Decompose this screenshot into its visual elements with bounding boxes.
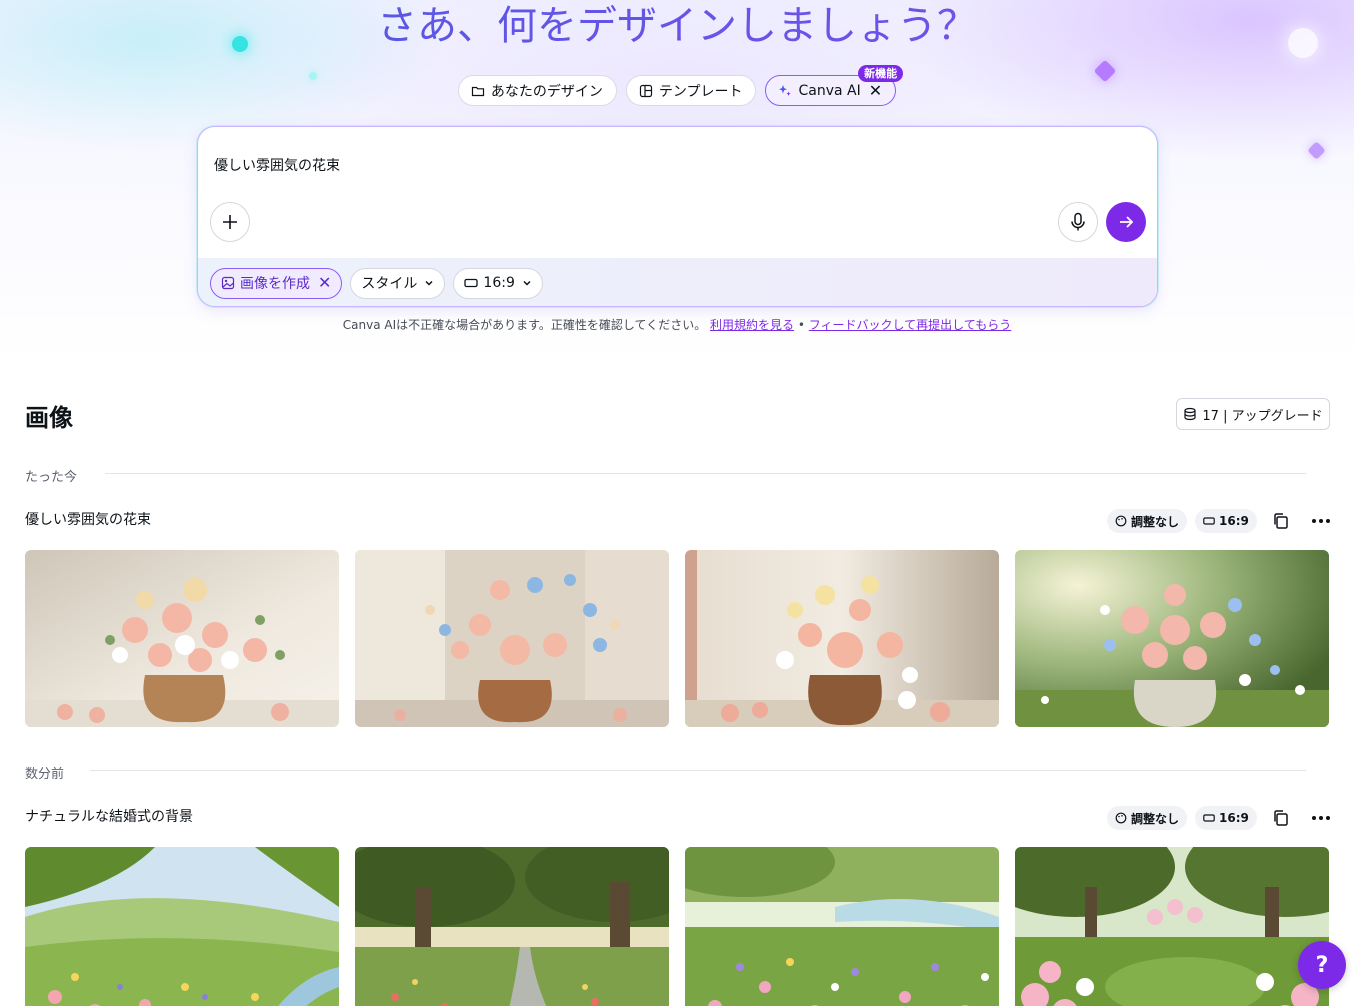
tab-label: Canva AI bbox=[798, 82, 861, 99]
send-button[interactable] bbox=[1106, 202, 1146, 242]
aspect-ratio-icon bbox=[464, 276, 479, 290]
create-image-chip[interactable]: 画像を作成 ✕ bbox=[210, 267, 343, 299]
help-button[interactable]: ? bbox=[1298, 941, 1346, 989]
separator: • bbox=[797, 318, 805, 332]
close-icon[interactable]: ✕ bbox=[869, 82, 882, 98]
generated-image[interactable] bbox=[1015, 847, 1329, 1006]
chevron-down-icon bbox=[424, 278, 434, 288]
image-grid bbox=[25, 550, 1329, 727]
arrow-right-icon bbox=[1120, 216, 1134, 228]
chevron-down-icon bbox=[522, 278, 532, 288]
template-icon bbox=[639, 84, 653, 98]
palette-icon bbox=[1115, 515, 1127, 527]
generated-image[interactable] bbox=[25, 847, 339, 1006]
credits-label: 17 | アップグレード bbox=[1202, 408, 1323, 424]
more-options-button[interactable] bbox=[1305, 802, 1337, 834]
ratio-chip: 16:9 bbox=[1195, 806, 1257, 830]
group-title: 優しい雰囲気の花束 bbox=[25, 512, 151, 528]
prompt-box: 優しい雰囲気の花束 画像を作成 ✕ スタイル 16:9 bbox=[197, 126, 1158, 307]
prompt-options: 画像を作成 ✕ スタイル 16:9 bbox=[198, 258, 1157, 306]
sparkle-icon bbox=[778, 84, 792, 98]
group-actions: 調整なし 16:9 bbox=[1107, 802, 1337, 834]
copy-button[interactable] bbox=[1265, 802, 1297, 834]
time-label: 数分前 bbox=[25, 767, 65, 782]
microphone-icon bbox=[1071, 212, 1085, 231]
generated-image[interactable] bbox=[685, 550, 999, 727]
time-label: たった今 bbox=[25, 470, 78, 485]
image-icon bbox=[221, 276, 235, 290]
style-dropdown[interactable]: スタイル bbox=[350, 267, 446, 299]
tab-label: テンプレート bbox=[658, 83, 743, 100]
disclaimer-text: Canva AIは不正確な場合があります。正確性を確認してください。 bbox=[342, 318, 707, 332]
ratio-chip: 16:9 bbox=[1195, 509, 1257, 533]
new-feature-badge: 新機能 bbox=[858, 65, 904, 82]
more-icon bbox=[1311, 519, 1330, 523]
palette-icon bbox=[1115, 812, 1127, 824]
generated-image[interactable] bbox=[685, 847, 999, 1006]
image-grid bbox=[25, 847, 1329, 1006]
section-title: 画像 bbox=[25, 404, 73, 432]
folder-icon bbox=[471, 84, 485, 98]
hero-title: さあ、何をデザインしましょう？ bbox=[0, 0, 1354, 52]
microphone-button[interactable] bbox=[1058, 202, 1098, 242]
database-icon bbox=[1184, 407, 1197, 421]
generated-image[interactable] bbox=[355, 550, 669, 727]
credits-upgrade-button[interactable]: 17 | アップグレード bbox=[1176, 398, 1330, 430]
divider bbox=[90, 770, 1306, 771]
aspect-ratio-icon bbox=[1203, 517, 1215, 525]
terms-link[interactable]: 利用規約を見る bbox=[710, 318, 794, 332]
add-button[interactable] bbox=[210, 202, 250, 242]
mode-tabs: あなたのデザイン テンプレート Canva AI ✕ 新機能 bbox=[0, 65, 1354, 106]
tab-templates[interactable]: テンプレート bbox=[625, 75, 757, 106]
chip-label: 16:9 bbox=[483, 275, 515, 291]
aspect-ratio-dropdown[interactable]: 16:9 bbox=[453, 267, 543, 299]
tab-canva-ai[interactable]: Canva AI ✕ 新機能 bbox=[765, 65, 904, 106]
group-title: ナチュラルな結婚式の背景 bbox=[25, 809, 193, 825]
style-chip: 調整なし bbox=[1107, 509, 1188, 533]
generated-image[interactable] bbox=[1015, 550, 1329, 727]
feedback-link[interactable]: フィードバックして再提出してもらう bbox=[809, 318, 1011, 332]
tab-label: あなたのデザイン bbox=[490, 83, 603, 100]
chip-label: 画像を作成 bbox=[240, 276, 310, 292]
chip-label: スタイル bbox=[361, 276, 418, 292]
aspect-ratio-icon bbox=[1203, 814, 1215, 822]
generated-image[interactable] bbox=[25, 550, 339, 727]
divider bbox=[105, 473, 1306, 474]
copy-icon bbox=[1274, 513, 1288, 529]
style-chip: 調整なし bbox=[1107, 806, 1188, 830]
close-icon[interactable]: ✕ bbox=[318, 275, 331, 291]
more-options-button[interactable] bbox=[1305, 505, 1337, 537]
tab-your-designs[interactable]: あなたのデザイン bbox=[457, 75, 617, 106]
sparkle-decoration bbox=[1307, 141, 1326, 160]
prompt-input[interactable]: 優しい雰囲気の花束 bbox=[214, 155, 340, 175]
generated-image[interactable] bbox=[355, 847, 669, 1006]
copy-button[interactable] bbox=[1265, 505, 1297, 537]
plus-icon bbox=[223, 215, 237, 229]
copy-icon bbox=[1274, 810, 1288, 826]
group-actions: 調整なし 16:9 bbox=[1107, 505, 1337, 537]
more-icon bbox=[1311, 816, 1330, 820]
ai-disclaimer: Canva AIは不正確な場合があります。正確性を確認してください。 利用規約を… bbox=[0, 316, 1354, 333]
